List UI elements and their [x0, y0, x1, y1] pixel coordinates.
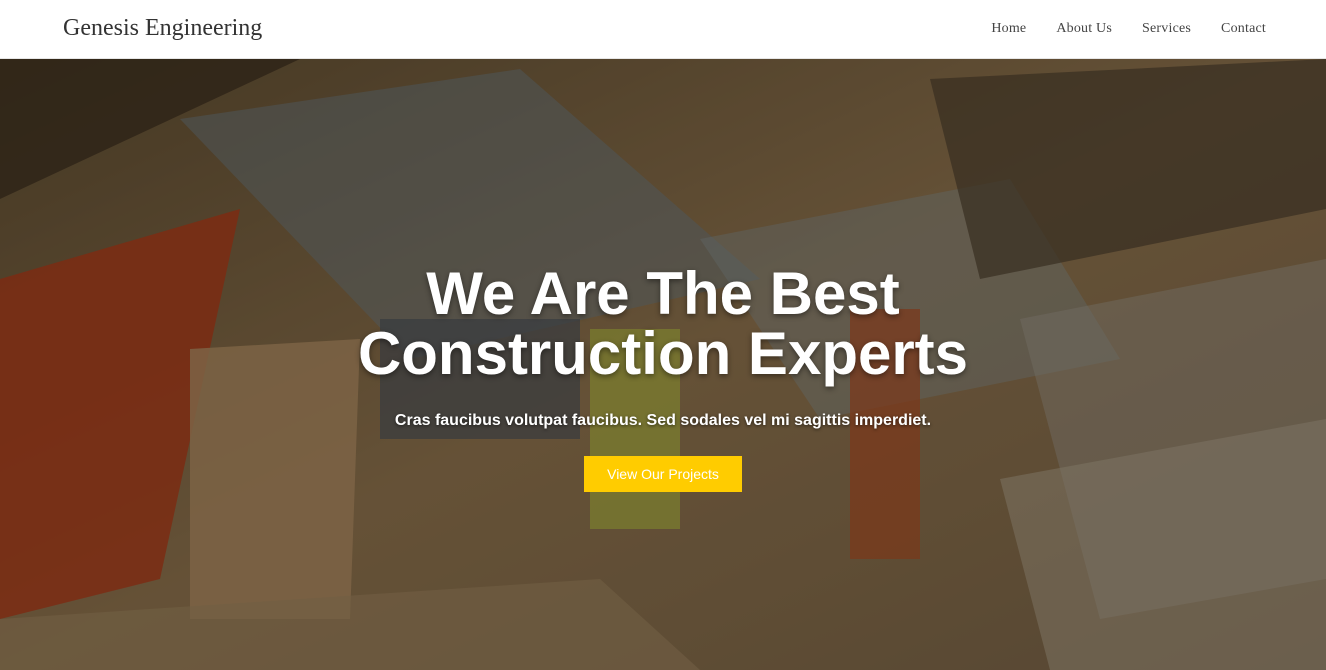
top-navbar: Genesis Engineering Home About Us Servic… [0, 0, 1326, 59]
brand-logo-text[interactable]: Genesis Engineering [63, 15, 262, 42]
view-projects-button[interactable]: View Our Projects [584, 456, 742, 492]
main-navigation: Home About Us Services Contact [991, 21, 1266, 37]
nav-item-services[interactable]: Services [1142, 21, 1191, 37]
hero-title-line-2: Construction Experts [357, 320, 969, 387]
hero-subtitle: Cras faucibus volutpat faucibus. Sed sod… [394, 412, 932, 429]
hero-title-line-1: We Are The Best [426, 260, 900, 327]
hero-title: We Are The Best Construction Experts [0, 264, 1326, 384]
hero-section: We Are The Best Construction Experts Cra… [0, 59, 1326, 670]
nav-item-contact[interactable]: Contact [1221, 21, 1266, 37]
nav-item-home[interactable]: Home [991, 21, 1026, 37]
hero-content: We Are The Best Construction Experts Cra… [0, 264, 1326, 492]
nav-item-about-us[interactable]: About Us [1056, 21, 1112, 37]
